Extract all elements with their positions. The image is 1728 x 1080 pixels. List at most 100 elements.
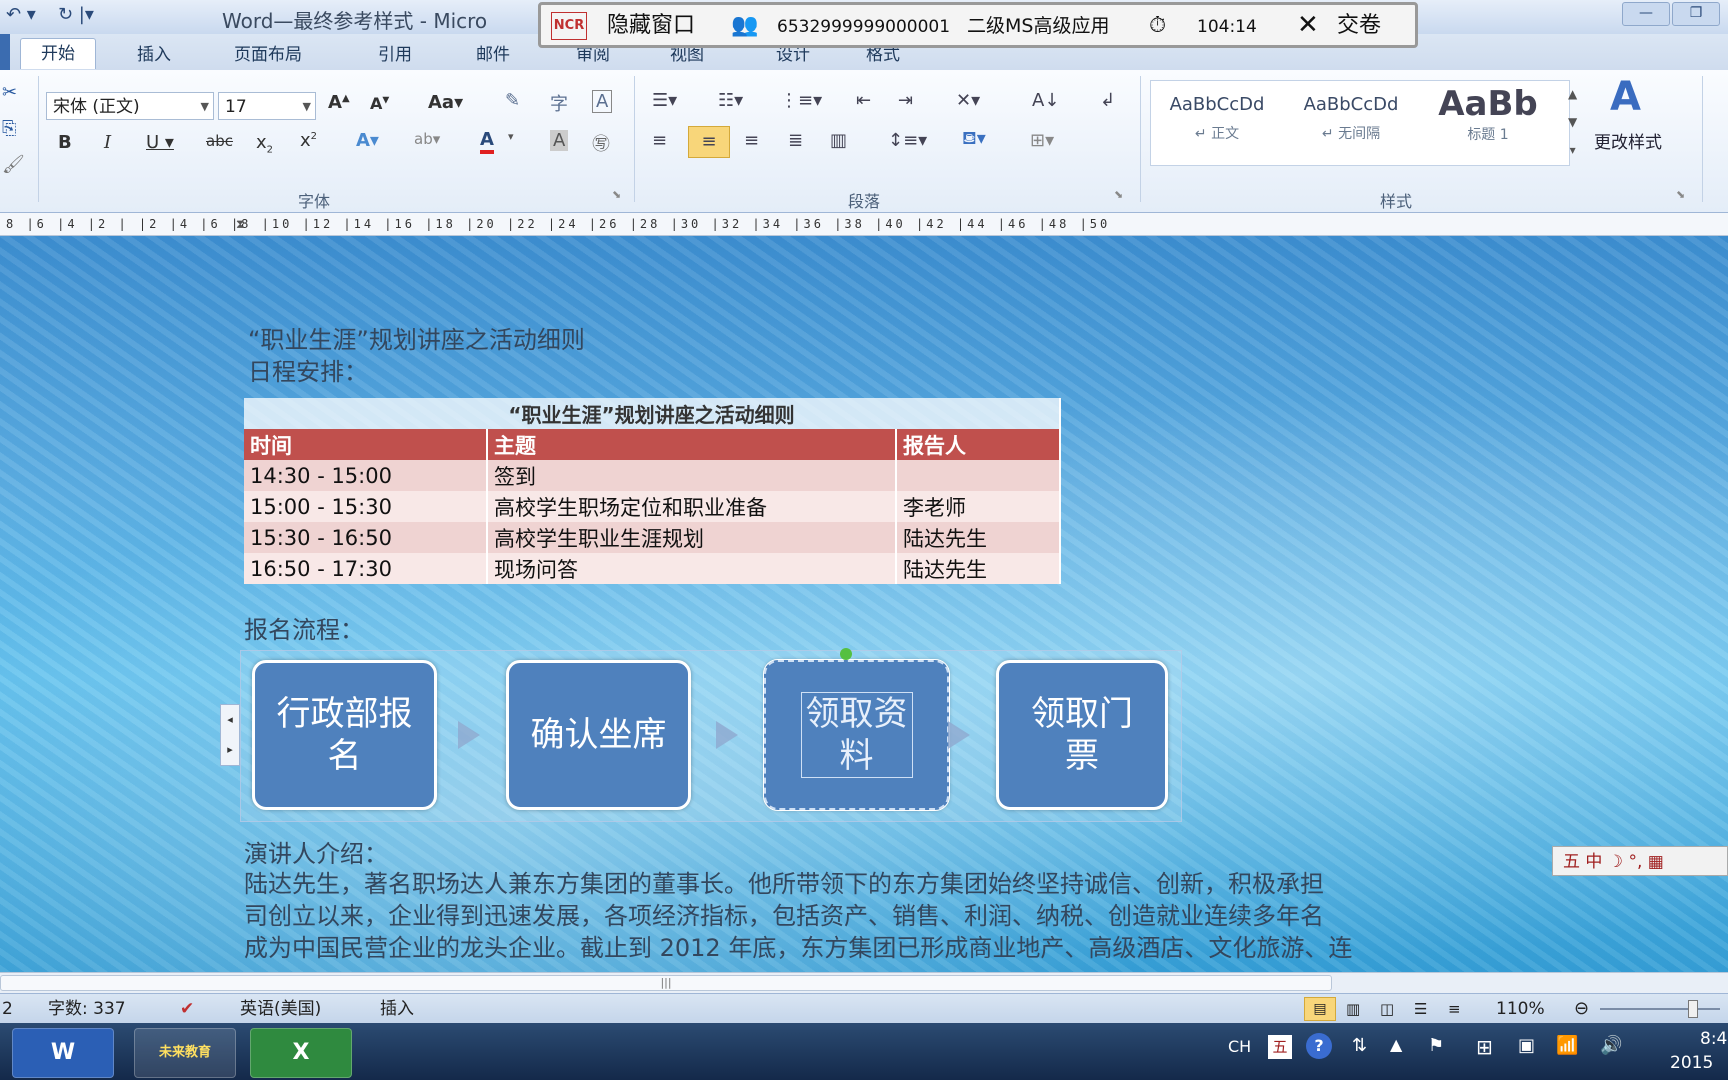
zoom-slider-thumb[interactable] bbox=[1688, 1000, 1698, 1018]
submit-button[interactable]: 交卷 bbox=[1337, 6, 1381, 46]
chevron-down-icon[interactable]: ▾ bbox=[508, 130, 514, 143]
volume-icon[interactable]: 🔊 bbox=[1600, 1035, 1622, 1056]
taskbar-excel[interactable]: X bbox=[250, 1028, 352, 1078]
increase-indent-icon[interactable]: ⇥ bbox=[898, 90, 913, 111]
tab-insert[interactable]: 插入 bbox=[137, 40, 171, 70]
tab-references[interactable]: 引用 bbox=[378, 40, 412, 70]
shading-icon[interactable]: ⛾▾ bbox=[962, 128, 986, 152]
clipboard-icon[interactable]: ▣ bbox=[1518, 1035, 1535, 1056]
language-indicator[interactable]: 英语(美国) bbox=[240, 994, 321, 1024]
shrink-font-icon[interactable]: A▼ bbox=[370, 94, 389, 113]
page-number[interactable]: 2 bbox=[2, 994, 13, 1024]
align-center-icon[interactable]: ≡ bbox=[688, 126, 730, 158]
copy-icon[interactable]: ⎘ bbox=[2, 118, 16, 139]
chinese-layout-icon[interactable]: ✕▾ bbox=[956, 90, 980, 111]
full-screen-reading-icon[interactable]: ▥ bbox=[1346, 994, 1360, 1024]
flow-step-2[interactable]: 确认坐席 bbox=[506, 660, 691, 810]
proofing-icon[interactable]: ✔ bbox=[180, 994, 194, 1024]
zoom-out-icon[interactable]: ⊖ bbox=[1574, 994, 1589, 1024]
outline-view-icon[interactable]: ☰ bbox=[1414, 994, 1427, 1024]
flow-step-1[interactable]: 行政部报名 bbox=[252, 660, 437, 810]
underline-icon[interactable]: U ▾ bbox=[146, 132, 174, 153]
document-area[interactable]: “职业生涯”规划讲座之活动细则 日程安排： “职业生涯”规划讲座之活动细则 时间… bbox=[0, 236, 1728, 972]
horizontal-scrollbar[interactable]: ||| bbox=[0, 972, 1728, 993]
word-count[interactable]: 字数: 337 bbox=[48, 994, 126, 1024]
italic-icon[interactable]: I bbox=[104, 132, 111, 153]
tray-icon[interactable]: ⇅ bbox=[1352, 1035, 1367, 1056]
change-case-icon[interactable]: Aa▾ bbox=[428, 92, 463, 113]
char-shading-icon[interactable]: A bbox=[550, 130, 569, 151]
subscript-icon[interactable]: x2 bbox=[256, 132, 273, 156]
hide-window-button[interactable]: 隐藏窗口 bbox=[607, 6, 695, 46]
style-normal[interactable]: AaBbCcDd ↵ 正文 bbox=[1158, 80, 1276, 160]
change-styles-icon[interactable]: A bbox=[1610, 74, 1641, 120]
enclose-char-icon[interactable]: ㊢ bbox=[592, 130, 610, 156]
clock-time[interactable]: 8:4 bbox=[1700, 1029, 1727, 1049]
distribute-icon[interactable]: ▥ bbox=[830, 130, 847, 151]
clock-date[interactable]: 2015 bbox=[1670, 1053, 1713, 1073]
insert-mode[interactable]: 插入 bbox=[380, 994, 414, 1024]
help-icon[interactable]: ? bbox=[1306, 1033, 1332, 1059]
print-layout-icon[interactable]: ▤ bbox=[1304, 997, 1336, 1021]
change-styles-button[interactable]: 更改样式 bbox=[1594, 128, 1662, 153]
horizontal-ruler[interactable]: 8 |6 |4 |2 | |2 |4 |6 |8 |10 |12 |14 |16… bbox=[0, 213, 1728, 236]
restore-icon[interactable]: ❐ bbox=[1672, 2, 1720, 26]
borders-icon[interactable]: ⊞▾ bbox=[1030, 130, 1054, 151]
ime-toolbar[interactable]: 五 中 ☽ °, ▦ bbox=[1552, 846, 1728, 876]
dialog-launcher-icon[interactable]: ⬊ bbox=[1676, 188, 1685, 201]
flow-step-4[interactable]: 领取门票 bbox=[996, 660, 1168, 810]
indent-marker-icon[interactable]: ⧗ bbox=[236, 213, 244, 235]
font-size-combo[interactable]: 17 ▼ bbox=[218, 92, 316, 120]
flow-step-3[interactable]: 领取资料 bbox=[763, 659, 950, 811]
close-icon[interactable]: ✕ bbox=[1297, 5, 1319, 45]
dialog-launcher-icon[interactable]: ⬊ bbox=[612, 188, 621, 201]
undo-icon[interactable]: ↶ ▾ bbox=[6, 4, 36, 25]
styles-scroll-icon[interactable]: ▲ ▼ ▾ bbox=[1568, 80, 1577, 164]
schedule-table[interactable]: “职业生涯”规划讲座之活动细则 时间 主题 报告人 14:30 - 15:00 … bbox=[244, 398, 1061, 584]
action-center-icon[interactable]: ⚑ bbox=[1428, 1035, 1444, 1056]
smartart-text-pane-icon[interactable]: ◂ ▸ bbox=[220, 704, 240, 766]
line-spacing-icon[interactable]: ↕≡▾ bbox=[888, 130, 927, 151]
redo-icon[interactable]: ↻ |▾ bbox=[58, 4, 94, 25]
grow-font-icon[interactable]: A▲ bbox=[328, 92, 350, 113]
numbering-icon[interactable]: ☷▾ bbox=[718, 90, 743, 111]
zoom-level[interactable]: 110% bbox=[1496, 994, 1545, 1024]
char-border-icon[interactable]: A bbox=[592, 90, 613, 113]
bold-icon[interactable]: B bbox=[58, 132, 72, 153]
dialog-launcher-icon[interactable]: ⬊ bbox=[1114, 188, 1123, 201]
cut-icon[interactable]: ✂ bbox=[2, 82, 17, 103]
ime-indicator[interactable]: 五 bbox=[1268, 1035, 1292, 1059]
decrease-indent-icon[interactable]: ⇤ bbox=[856, 90, 871, 111]
web-layout-icon[interactable]: ◫ bbox=[1380, 994, 1394, 1024]
sort-icon[interactable]: A↓ bbox=[1032, 90, 1059, 111]
file-tab[interactable] bbox=[0, 34, 10, 70]
clear-format-icon[interactable]: ✎ bbox=[505, 90, 520, 111]
text-effects-icon[interactable]: A▾ bbox=[356, 130, 379, 151]
zoom-slider[interactable] bbox=[1600, 1008, 1720, 1010]
show-hidden-icons-icon[interactable]: ▲ bbox=[1390, 1035, 1402, 1054]
network-icon[interactable]: 📶 bbox=[1556, 1035, 1578, 1056]
tab-page-layout[interactable]: 页面布局 bbox=[234, 40, 302, 70]
scroll-thumb[interactable]: ||| bbox=[0, 975, 1332, 991]
align-right-icon[interactable]: ≡ bbox=[744, 130, 759, 151]
format-painter-icon[interactable]: 🖌 bbox=[2, 154, 25, 175]
multilevel-list-icon[interactable]: ⋮≡▾ bbox=[780, 90, 822, 111]
highlight-icon[interactable]: ab▾ bbox=[414, 130, 440, 148]
taskbar-word[interactable]: W bbox=[12, 1028, 114, 1078]
strikethrough-icon[interactable]: abc bbox=[206, 132, 233, 150]
bullets-icon[interactable]: ☰▾ bbox=[652, 90, 677, 111]
minimize-icon[interactable]: — bbox=[1622, 2, 1670, 26]
align-left-icon[interactable]: ≡ bbox=[652, 130, 667, 151]
language-bar[interactable]: CH bbox=[1228, 1037, 1251, 1056]
font-color-icon[interactable]: A bbox=[480, 130, 494, 154]
style-no-spacing[interactable]: AaBbCcDd ↵ 无间隔 bbox=[1292, 80, 1410, 160]
font-name-combo[interactable]: 宋体 (正文) ▼ bbox=[46, 92, 214, 120]
taskbar-weilai[interactable]: 未来教育 bbox=[134, 1028, 236, 1078]
show-marks-icon[interactable]: ↲ bbox=[1100, 90, 1115, 111]
phonetic-guide-icon[interactable]: 字 bbox=[550, 90, 568, 116]
style-heading-1[interactable]: AaBb 标题 1 bbox=[1426, 80, 1550, 160]
draft-view-icon[interactable]: ≡ bbox=[1448, 994, 1461, 1024]
windows-icon[interactable]: ⊞ bbox=[1476, 1035, 1493, 1059]
tab-mailings[interactable]: 邮件 bbox=[476, 40, 510, 70]
justify-icon[interactable]: ≣ bbox=[788, 130, 803, 151]
